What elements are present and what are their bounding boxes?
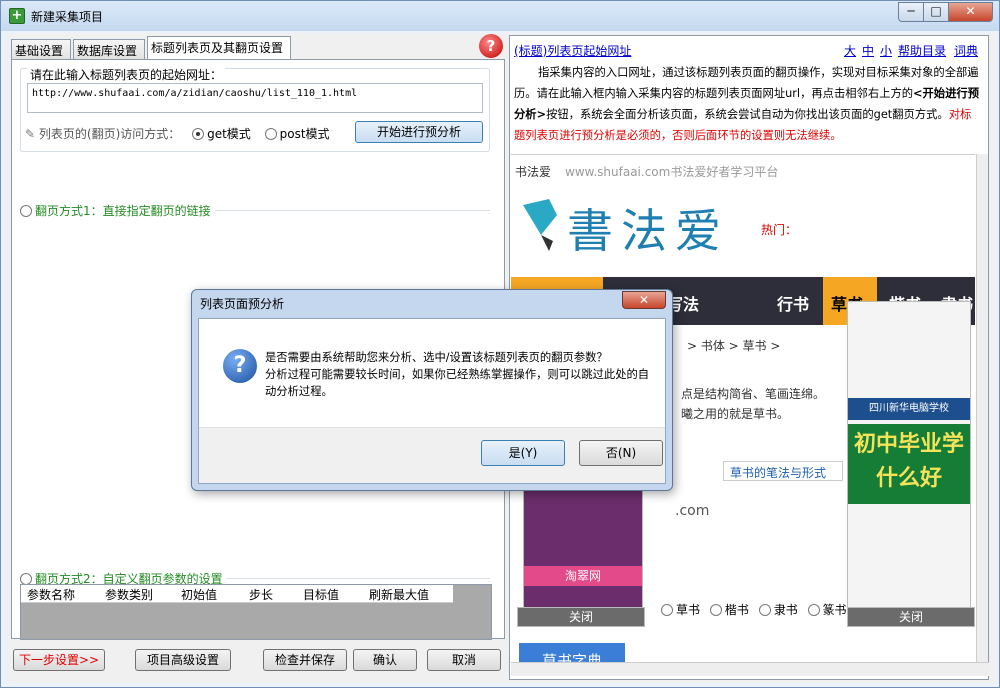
left-ad-label: 淘翠网 [524,566,642,586]
ok-button[interactable]: 确认 [353,649,417,671]
post-mode-radio[interactable] [264,128,277,140]
site-logo: 書法爱 [567,204,729,258]
help-index-link[interactable]: 帮助目录 [898,42,946,59]
app-window: + 新建采集项目 ─ □ ✕ 基础设置 数据库设置 标题列表页及其翻页设置 ? … [0,0,1000,688]
font-small-link[interactable]: 小 [880,42,892,59]
right-ad[interactable]: 四川新华电脑学校 初中毕业学什么好 [847,301,971,611]
right-ad-close-button[interactable]: 关闭 [847,607,975,627]
radio-seal[interactable] [807,604,820,616]
url-group: 请在此输入标题列表页的起始网址： http://www.shufaai.com/… [20,66,490,152]
right-ad-school: 四川新华电脑学校 [848,398,970,420]
help-text-2: 按钮，系统会全面分析该页面，系统会尝试自动为你找出该页面的get翻页方式。 [546,108,949,121]
radio-cursive[interactable] [661,604,673,616]
col-param-name[interactable]: 参数名称 [27,586,75,603]
check-save-button[interactable]: 检查并保存 [263,649,347,671]
link-cursive-method[interactable]: 草书的笔法与形式 [723,461,843,481]
app-icon: + [9,8,25,24]
intro-line-2: 曦之用的就是草书。 [681,407,790,421]
param-table[interactable]: 参数名称 参数类别 初始值 步长 目标值 刷新最大值 [20,584,492,640]
radio-regular-label[interactable]: 楷书 [725,603,749,617]
vertical-scrollbar[interactable] [976,154,988,662]
next-step-button[interactable]: 下一步设置>> [13,649,105,671]
dialog-message-line-2: 分析过程可能需要较长时间，如果你已经熟练掌握操作，则可以跳过此处的自动分析过程。 [265,368,650,398]
radio-clerical[interactable] [758,604,771,616]
close-button[interactable]: ✕ [948,2,993,22]
dialog-yes-button[interactable]: 是(Y) [481,440,565,466]
style-radios: 草书 楷书 隶书 篆书 [661,601,847,618]
hot-label: 热门： [761,223,798,237]
get-mode-radio[interactable] [192,128,205,140]
dialog-title: 列表页面预分析 [200,297,285,311]
help-title-link[interactable]: (标题)列表页起始网址 [514,42,631,59]
font-large-link[interactable]: 大 [844,42,856,59]
radio-seal-label[interactable]: 篆书 [823,603,847,617]
help-header: (标题)列表页起始网址 大 中 小 帮助目录 词典 [514,42,984,60]
col-initial[interactable]: 初始值 [181,586,217,603]
col-refresh-max[interactable]: 刷新最大值 [369,586,429,603]
tab-database[interactable]: 数据库设置 [73,39,145,59]
radio-regular[interactable] [709,604,722,616]
get-mode-label[interactable]: get模式 [207,127,251,141]
wrench-icon: ✎ [25,127,36,141]
help-description: 指采集内容的入口网址，通过该标题列表页面的翻页操作，实现对目标采集对象的全部遍历… [514,62,980,146]
cancel-button[interactable]: 取消 [427,649,501,671]
intro-line-1: 点是结构简省、笔画连绵。 [681,387,826,401]
param-table-header: 参数名称 参数类别 初始值 步长 目标值 刷新最大值 [21,585,453,603]
title-bar: + 新建采集项目 ─ □ ✕ [1,1,999,31]
radio-cursive-label[interactable]: 草书 [676,603,700,617]
maximize-button[interactable]: □ [923,2,949,22]
dialog-footer: 是(Y) 否(N) [199,427,665,483]
dialog-message: 是否需要由系统帮助您来分析、选中/设置该标题列表页的翻页参数？ 分析过程可能需要… [265,349,657,400]
site-name: 书法爱 [515,165,552,179]
dialog-close-button[interactable]: ✕ [622,291,666,309]
left-ad[interactable]: 淘翠网 [523,475,643,623]
dialog-body: ? 是否需要由系统帮助您来分析、选中/设置该标题列表页的翻页参数？ 分析过程可能… [198,318,666,484]
col-param-type[interactable]: 参数类别 [105,586,153,603]
paging1-radio[interactable] [20,205,32,217]
preanalysis-dialog: 列表页面预分析 ✕ ? 是否需要由系统帮助您来分析、选中/设置该标题列表页的翻页… [191,289,673,491]
tab-basic[interactable]: 基础设置 [11,39,71,59]
advanced-settings-button[interactable]: 项目高级设置 [135,649,231,671]
left-ad-close-button[interactable]: 关闭 [517,607,645,627]
start-url-input[interactable]: http://www.shufaai.com/a/zidian/caoshu/l… [27,83,483,113]
dialog-no-button[interactable]: 否(N) [579,440,663,466]
col-target[interactable]: 目标值 [303,586,339,603]
radio-clerical-label[interactable]: 隶书 [774,603,798,617]
bottom-toolbar: 下一步设置>> 项目高级设置 检查并保存 确认 取消 [7,641,507,681]
right-ad-headline: 初中毕业学什么好 [848,424,970,504]
cursive-dict-button[interactable]: 草书字典 [519,643,625,662]
pen-icon [519,195,563,255]
dot-com-text: .com [675,503,710,519]
paging1-label[interactable]: 翻页方式1：直接指定翻页的链接 [35,204,211,218]
help-text-1: 指采集内容的入口网址，通过该标题列表页面的翻页操作，实现对目标采集对象的全部遍历… [514,66,979,100]
visit-mode-label: 列表页的(翻页)访问方式： [38,127,181,141]
font-medium-link[interactable]: 中 [862,42,874,59]
dialog-message-line-1: 是否需要由系统帮助您来分析、选中/设置该标题列表页的翻页参数？ [265,351,608,364]
tab-list-page[interactable]: 标题列表页及其翻页设置 [147,36,291,60]
question-icon: ? [223,349,257,383]
site-subtitle: www.shufaai.com书法爱好者学习平台 [565,165,779,179]
dictionary-link[interactable]: 词典 [954,42,978,59]
paging1-section: 翻页方式1：直接指定翻页的链接 [20,202,215,219]
url-group-legend: 请在此输入标题列表页的起始网址： [27,66,226,83]
nav-item-2[interactable]: 行书 [777,291,809,315]
horizontal-scrollbar[interactable] [511,662,989,676]
post-mode-label[interactable]: post模式 [280,127,330,141]
minimize-button[interactable]: ─ [898,2,924,22]
breadcrumb[interactable]: > 书体 > 草书 > [687,337,780,354]
help-icon[interactable]: ? [479,34,503,58]
start-analysis-button[interactable]: 开始进行预分析 [355,121,483,143]
window-title: 新建采集项目 [31,10,104,24]
col-step[interactable]: 步长 [249,586,273,603]
